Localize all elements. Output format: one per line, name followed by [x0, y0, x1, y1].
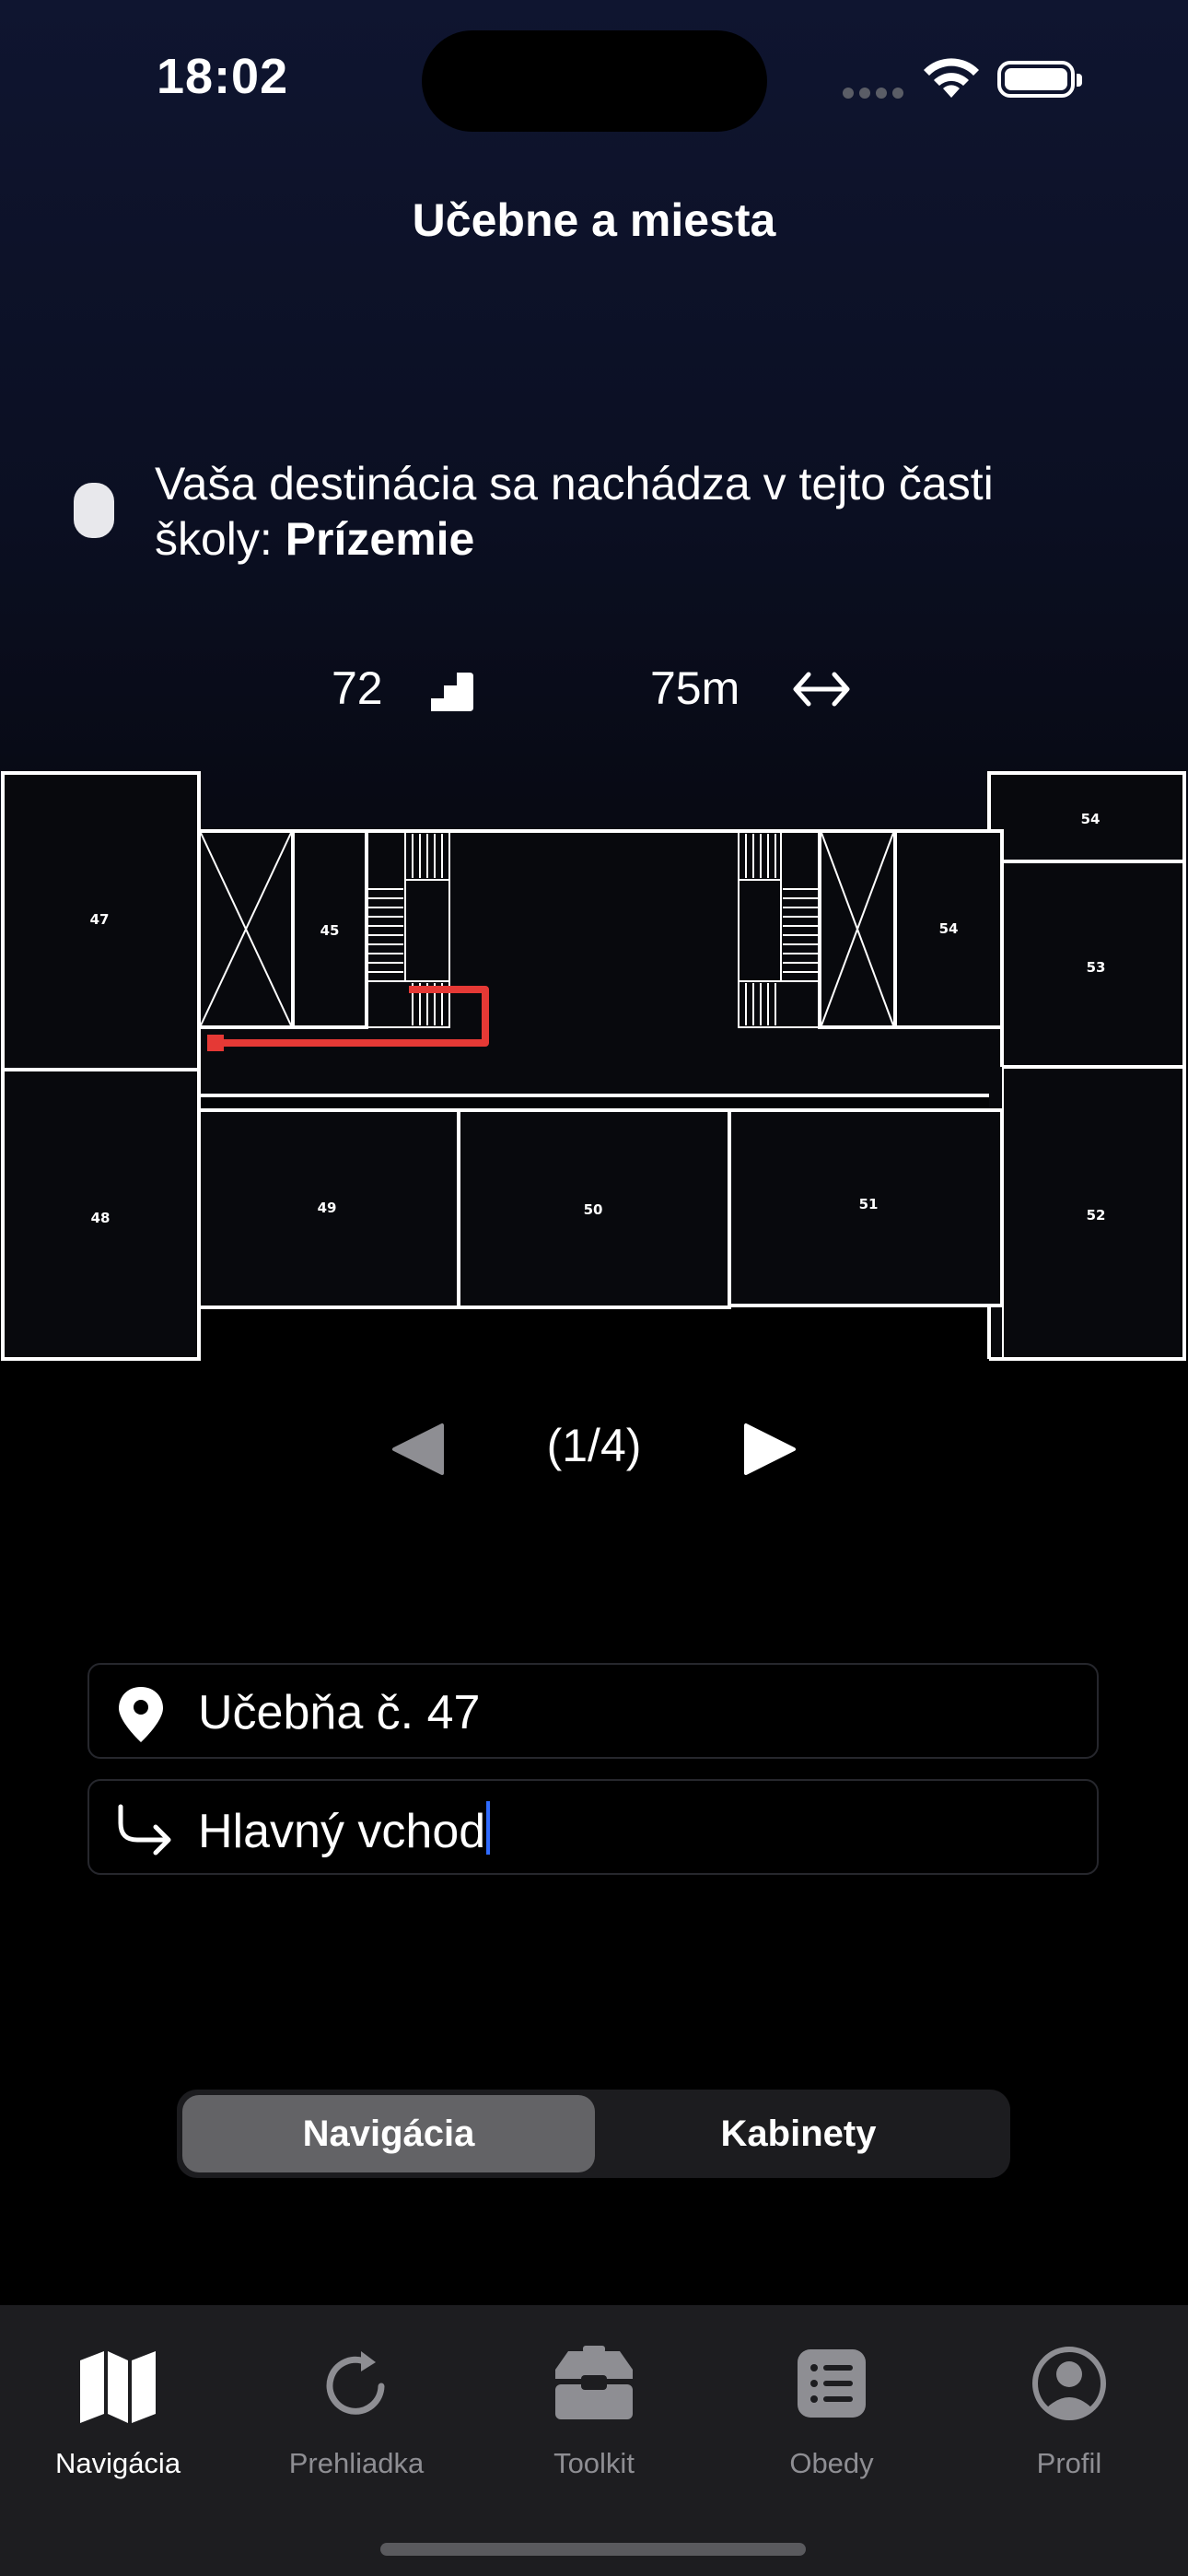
destination-value: Učebňa č. 47 — [198, 1686, 481, 1739]
destination-field[interactable]: Učebňa č. 47 — [87, 1663, 1099, 1759]
tab-label-prehliadka: Prehliadka — [288, 2447, 425, 2479]
screen: 18:02 Učebne a miesta Vaša destinácia sa… — [0, 0, 1188, 2576]
room-label-49: 49 — [318, 1200, 337, 1216]
refresh-icon — [326, 2351, 385, 2415]
room-label-54-top: 54 — [1081, 811, 1101, 827]
notice-floor: Prízemie — [285, 513, 475, 565]
room-label-48: 48 — [91, 1210, 111, 1226]
segment-navigacia[interactable]: Navigácia — [182, 2095, 595, 2172]
tab-navigacia[interactable]: Navigácia — [12, 2333, 224, 2480]
floor-page-indicator: (1/4) — [546, 1420, 642, 1471]
tab-bar: Navigácia Prehliadka Toolkit Obedy Profi… — [0, 2305, 1188, 2576]
room-label-52: 52 — [1087, 1207, 1106, 1224]
map-icon — [80, 2351, 156, 2423]
floor-plan[interactable]: 47 48 45 54 54 53 49 50 51 52 — [0, 769, 1188, 1368]
toolbox-icon — [555, 2346, 633, 2419]
page-title: Učebne a miesta — [412, 194, 776, 246]
start-value: Hlavný vchod — [198, 1805, 486, 1858]
stairs-count: 72 — [332, 662, 383, 714]
home-indicator[interactable] — [380, 2543, 806, 2556]
room-label-53: 53 — [1087, 959, 1106, 976]
location-pin-icon — [119, 1687, 163, 1742]
tab-label-navigacia: Navigácia — [54, 2447, 181, 2479]
tab-obedy[interactable]: Obedy — [726, 2333, 938, 2480]
wifi-icon — [924, 58, 979, 98]
list-icon — [798, 2349, 866, 2418]
start-input[interactable]: Hlavný vchod — [198, 1801, 491, 1859]
tab-profil[interactable]: Profil — [963, 2333, 1175, 2480]
room-label-45: 45 — [320, 922, 340, 939]
room-label-54: 54 — [939, 920, 959, 937]
status-time: 18:02 — [157, 49, 289, 104]
cellular-signal-icon — [843, 87, 909, 103]
person-circle-icon — [1032, 2347, 1106, 2420]
text-caret — [486, 1801, 491, 1855]
segment-kabinety[interactable]: Kabinety — [592, 2095, 1005, 2172]
distance-arrows-icon — [793, 672, 850, 707]
distance-value: 75m — [650, 662, 740, 714]
notice-text: Vaša destinácia sa nachádza v tejto čast… — [155, 458, 994, 565]
dynamic-island — [422, 30, 767, 132]
battery-icon — [997, 61, 1082, 98]
room-label-47: 47 — [90, 911, 110, 928]
floor-indicator-icon — [74, 483, 114, 538]
tab-label-toolkit: Toolkit — [553, 2447, 635, 2479]
turn-right-arrow-icon — [118, 1804, 171, 1856]
stairs-icon — [431, 673, 473, 711]
tab-toolkit[interactable]: Toolkit — [488, 2333, 700, 2480]
tab-prehliadka[interactable]: Prehliadka — [250, 2333, 462, 2480]
tab-label-profil: Profil — [1036, 2447, 1102, 2479]
next-floor-button[interactable] — [740, 1422, 799, 1477]
room-label-51: 51 — [859, 1196, 879, 1212]
start-field[interactable]: Hlavný vchod — [87, 1779, 1099, 1875]
tab-label-obedy: Obedy — [789, 2447, 874, 2479]
room-label-50: 50 — [584, 1201, 603, 1218]
mode-segmented-control: Navigácia Kabinety — [177, 2090, 1010, 2178]
destination-notice: Vaša destinácia sa nachádza v tejto čast… — [155, 456, 1122, 567]
